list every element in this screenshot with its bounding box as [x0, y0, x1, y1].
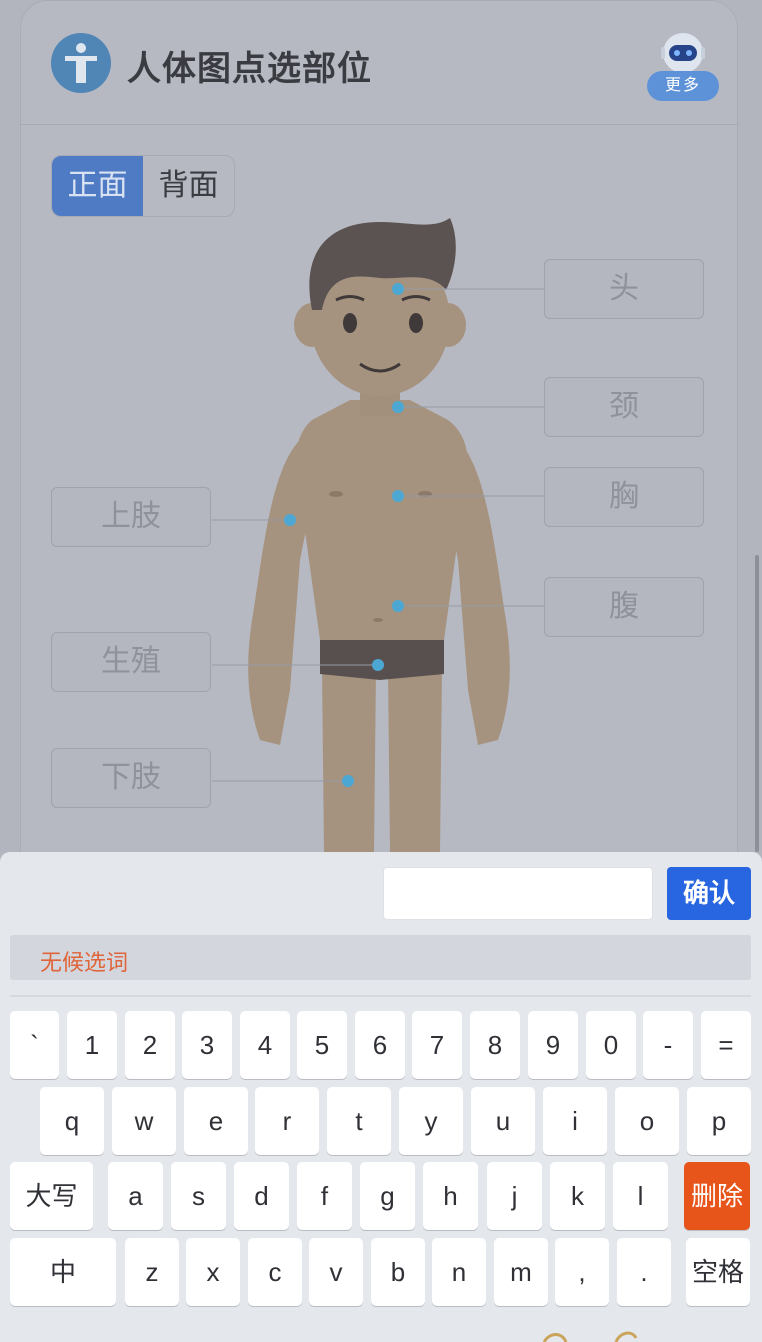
scrollbar[interactable] — [755, 555, 759, 852]
decorative-mascot-icon — [542, 1331, 638, 1342]
part-upper-limb-button[interactable]: 上肢 — [51, 487, 211, 547]
key-k[interactable]: k — [550, 1162, 605, 1230]
key-p[interactable]: p — [687, 1087, 751, 1155]
no-candidates-text: 无候选词 — [40, 950, 129, 975]
part-head-button[interactable]: 头 — [544, 259, 704, 319]
part-abdomen-button[interactable]: 腹 — [544, 577, 704, 637]
marker-chest — [392, 490, 404, 502]
key-2[interactable]: 2 — [125, 1011, 175, 1079]
key-i[interactable]: i — [543, 1087, 607, 1155]
key-a[interactable]: a — [108, 1162, 163, 1230]
marker-upper-limb — [284, 514, 296, 526]
key-c[interactable]: c — [248, 1238, 302, 1306]
key-3[interactable]: 3 — [182, 1011, 232, 1079]
marker-head — [392, 283, 404, 295]
body-map-screen: 人体图点选部位 更多 正面 背面 头 颈 胸 腹 上肢 生殖 下肢 — [0, 0, 762, 852]
candidate-bar: 无候选词 — [10, 935, 751, 980]
key-x[interactable]: x — [186, 1238, 240, 1306]
key-equals[interactable]: = — [701, 1011, 751, 1079]
key-z[interactable]: z — [125, 1238, 179, 1306]
part-chest-button[interactable]: 胸 — [544, 467, 704, 527]
key-h[interactable]: h — [423, 1162, 478, 1230]
virtual-keyboard: 确认 无候选词 ` 1 2 3 4 5 6 7 8 9 0 - = q w e … — [0, 852, 762, 1342]
key-b[interactable]: b — [371, 1238, 425, 1306]
key-m[interactable]: m — [494, 1238, 548, 1306]
part-lower-limb-button[interactable]: 下肢 — [51, 748, 211, 808]
key-5[interactable]: 5 — [297, 1011, 347, 1079]
key-d[interactable]: d — [234, 1162, 289, 1230]
key-g[interactable]: g — [360, 1162, 415, 1230]
key-8[interactable]: 8 — [470, 1011, 520, 1079]
key-y[interactable]: y — [399, 1087, 463, 1155]
caps-key[interactable]: 大写 — [10, 1162, 93, 1230]
key-r[interactable]: r — [255, 1087, 319, 1155]
key-n[interactable]: n — [432, 1238, 486, 1306]
marker-neck — [392, 401, 404, 413]
key-j[interactable]: j — [487, 1162, 542, 1230]
marker-lower-limb — [342, 775, 354, 787]
key-9[interactable]: 9 — [528, 1011, 578, 1079]
part-neck-button[interactable]: 颈 — [544, 377, 704, 437]
key-6[interactable]: 6 — [355, 1011, 405, 1079]
key-minus[interactable]: - — [643, 1011, 693, 1079]
keyboard-divider — [10, 995, 751, 997]
key-1[interactable]: 1 — [67, 1011, 117, 1079]
key-v[interactable]: v — [309, 1238, 363, 1306]
delete-key[interactable]: 删除 — [684, 1162, 750, 1230]
marker-genital — [372, 659, 384, 671]
keyboard-input-field[interactable] — [383, 867, 653, 920]
key-period[interactable]: . — [617, 1238, 671, 1306]
key-e[interactable]: e — [184, 1087, 248, 1155]
key-backtick[interactable]: ` — [10, 1011, 59, 1079]
key-comma[interactable]: , — [555, 1238, 609, 1306]
key-q[interactable]: q — [40, 1087, 104, 1155]
key-t[interactable]: t — [327, 1087, 391, 1155]
key-4[interactable]: 4 — [240, 1011, 290, 1079]
key-s[interactable]: s — [171, 1162, 226, 1230]
part-genital-button[interactable]: 生殖 — [51, 632, 211, 692]
language-switch-key[interactable]: 中 — [10, 1238, 116, 1306]
key-f[interactable]: f — [297, 1162, 352, 1230]
confirm-button[interactable]: 确认 — [667, 867, 751, 920]
key-w[interactable]: w — [112, 1087, 176, 1155]
key-7[interactable]: 7 — [412, 1011, 462, 1079]
key-0[interactable]: 0 — [586, 1011, 636, 1079]
key-o[interactable]: o — [615, 1087, 679, 1155]
marker-abdomen — [392, 600, 404, 612]
key-u[interactable]: u — [471, 1087, 535, 1155]
key-l[interactable]: l — [613, 1162, 668, 1230]
space-key[interactable]: 空格 — [686, 1238, 750, 1306]
